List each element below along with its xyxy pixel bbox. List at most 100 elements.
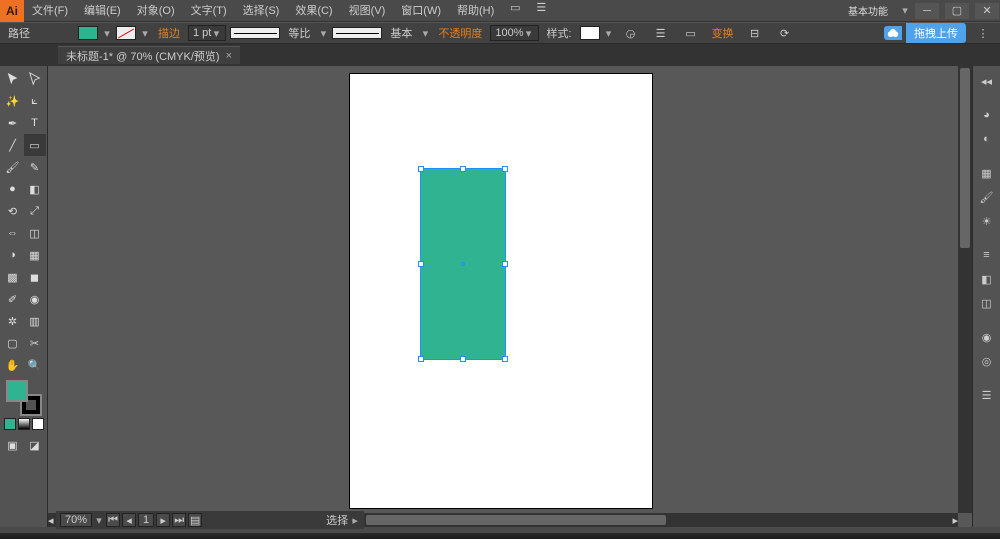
pencil-tool[interactable]: ✎ [24,156,46,178]
appearance-panel-icon[interactable]: ◉ [976,326,998,348]
symbol-sprayer-tool[interactable]: ✲ [2,310,24,332]
symbols-panel-icon[interactable]: ☀ [976,210,998,232]
menu-effect[interactable]: 效果(C) [287,0,340,22]
brushes-panel-icon[interactable]: 🖌 [976,186,998,208]
dash-dropdown-icon[interactable]: ▾ [318,27,328,40]
rectangle-tool[interactable]: ▭ [24,134,46,156]
color-guide-panel-icon[interactable]: ◐ [976,128,998,150]
menu-select[interactable]: 选择(S) [235,0,288,22]
stroke-swatch[interactable] [116,26,136,40]
nav-next[interactable]: ▸ [156,513,170,527]
zoom-tool[interactable]: 🔍 [24,354,46,376]
menu-file[interactable]: 文件(F) [24,0,76,22]
dash-preview[interactable] [230,27,280,39]
cloud-icon[interactable] [884,26,902,40]
menu-window[interactable]: 窗口(W) [393,0,449,22]
align-icon[interactable]: ☰ [652,25,670,41]
canvas-area[interactable]: ◂ ▸ [48,66,972,527]
close-button[interactable]: ✕ [975,3,999,19]
graphic-styles-panel-icon[interactable]: ◎ [976,350,998,372]
doc-setup-icon[interactable]: ▭ [506,0,524,16]
line-tool[interactable]: ╱ [2,134,24,156]
shape-icon[interactable]: ▭ [682,25,700,41]
panel-expand-icon[interactable]: ◂◂ [976,70,998,92]
shape-builder-tool[interactable]: ◑ [2,244,24,266]
mesh-tool[interactable]: ▩ [2,266,24,288]
vertical-scrollbar[interactable] [958,66,972,513]
profile-dropdown-icon[interactable]: ▾ [420,27,430,40]
scale-tool[interactable]: ⤢ [24,200,46,222]
artboard-nav-icon[interactable]: ▤ [188,513,202,527]
stroke-panel-icon[interactable]: ≡ [976,244,998,266]
maximize-button[interactable]: ▢ [945,3,969,19]
color-mode-none[interactable] [32,418,44,430]
document-tab[interactable]: 未标题-1* @ 70% (CMYK/预览) × [58,46,240,64]
fill-color-box[interactable] [6,380,28,402]
zoom-field[interactable]: 70% [60,513,92,527]
minimize-button[interactable]: ─ [915,3,939,19]
color-panel-icon[interactable]: ◕ [976,104,998,126]
rotate-tool[interactable]: ⟲ [2,200,24,222]
eyedropper-tool[interactable]: ✐ [2,288,24,310]
zoom-dropdown-icon[interactable]: ▾ [94,514,104,527]
menu-object[interactable]: 对象(O) [129,0,183,22]
isolate-icon[interactable]: ⊟ [746,25,764,41]
more-icon[interactable]: ⟳ [776,25,794,41]
arrange-icon[interactable]: ☰ [532,0,550,16]
paintbrush-tool[interactable]: 🖌 [2,156,24,178]
stroke-label[interactable]: 描边 [154,25,184,41]
screen-mode-tool[interactable]: ▣ [2,434,24,456]
stroke-dropdown-icon[interactable]: ▾ [140,27,150,40]
style-swatch[interactable] [580,26,600,40]
swatches-panel-icon[interactable]: ▦ [976,162,998,184]
hscroll-right[interactable]: ▸ [952,514,958,527]
pen-tool[interactable]: ✒ [2,112,24,134]
rectangle-shape[interactable] [420,168,506,360]
graph-tool[interactable]: ▥ [24,310,46,332]
fill-dropdown-icon[interactable]: ▾ [102,27,112,40]
draw-mode-tool[interactable]: ◪ [24,434,46,456]
menu-type[interactable]: 文字(T) [183,0,235,22]
nav-last[interactable]: ⏭ [172,513,186,527]
menu-view[interactable]: 视图(V) [341,0,394,22]
width-tool[interactable]: ⇔ [2,222,24,244]
menu-edit[interactable]: 编辑(E) [76,0,129,22]
artboard-number-field[interactable]: 1 [138,513,154,527]
artboard-tool[interactable]: ▢ [2,332,24,354]
document-tab-close[interactable]: × [226,50,232,62]
blob-brush-tool[interactable]: ● [2,178,24,200]
gradient-tool[interactable]: ◼ [24,266,46,288]
panel-menu-icon[interactable]: ⋮ [974,25,992,41]
nav-first[interactable]: ⏮ [106,513,120,527]
transform-label[interactable]: 变换 [708,25,738,41]
magic-wand-tool[interactable]: ✨ [2,90,24,112]
nav-prev[interactable]: ◂ [122,513,136,527]
status-selection-dropdown-icon[interactable]: ▸ [350,514,360,527]
lasso-tool[interactable]: ⟀ [24,90,46,112]
slice-tool[interactable]: ✂ [24,332,46,354]
layers-panel-icon[interactable]: ☰ [976,384,998,406]
perspective-tool[interactable]: ▦ [24,244,46,266]
color-mode-gradient[interactable] [18,418,30,430]
gradient-panel-icon[interactable]: ◧ [976,268,998,290]
workspace-switcher[interactable]: 基本功能 [840,3,896,18]
transparency-panel-icon[interactable]: ◫ [976,292,998,314]
recolor-icon[interactable]: ◶ [622,25,640,41]
hscroll-left[interactable]: ◂ [48,514,54,527]
workspace-dropdown-icon[interactable]: ▾ [900,4,910,17]
horizontal-scroll-thumb[interactable] [366,515,666,525]
free-transform-tool[interactable]: ◫ [24,222,46,244]
opacity-field[interactable]: 100% ▾ [490,25,538,41]
direct-selection-tool[interactable] [24,68,46,90]
vertical-scroll-thumb[interactable] [960,68,970,248]
fill-stroke-control[interactable] [6,380,42,416]
artboard[interactable] [350,74,652,508]
stroke-weight-field[interactable]: 1 pt ▾ [188,25,226,41]
type-tool[interactable]: T [24,112,46,134]
menu-help[interactable]: 帮助(H) [449,0,502,22]
hand-tool[interactable]: ✋ [2,354,24,376]
fill-swatch[interactable] [78,26,98,40]
style-dropdown-icon[interactable]: ▾ [604,27,614,40]
upload-button[interactable]: 拖拽上传 [906,23,966,43]
opacity-label[interactable]: 不透明度 [434,25,486,41]
